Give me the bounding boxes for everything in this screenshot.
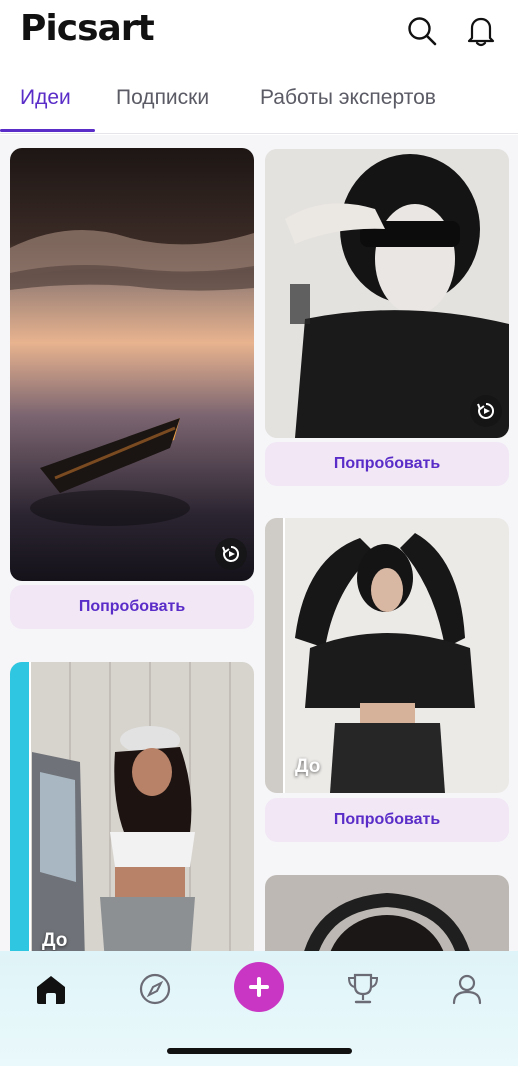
active-tab-indicator	[0, 129, 95, 132]
replay-icon[interactable]	[215, 538, 247, 570]
card-image-white-cap[interactable]: До	[10, 662, 254, 951]
tab-subscriptions[interactable]: Подписки	[116, 86, 209, 110]
tab-expert-works[interactable]: Работы экспертов	[260, 86, 436, 110]
search-icon[interactable]	[406, 14, 438, 48]
trophy-icon[interactable]	[339, 969, 387, 1009]
before-label: До	[295, 756, 321, 777]
feed-tabs: Идеи Подписки Работы экспертов	[0, 78, 518, 134]
card-image-sunglasses[interactable]	[265, 149, 509, 438]
home-icon[interactable]	[27, 969, 75, 1009]
try-button[interactable]: Попробовать	[10, 585, 254, 629]
create-button[interactable]	[234, 962, 284, 1012]
profile-icon[interactable]	[443, 969, 491, 1009]
replay-icon[interactable]	[470, 395, 502, 427]
app-header: Picsart	[0, 0, 518, 70]
home-indicator	[167, 1048, 352, 1054]
compass-icon[interactable]	[131, 969, 179, 1009]
try-button[interactable]: Попробовать	[265, 442, 509, 486]
bell-icon[interactable]	[465, 14, 497, 48]
plus-icon	[249, 977, 269, 997]
bottom-navigation	[0, 951, 518, 1066]
card-image-leather-jacket[interactable]: До	[265, 518, 509, 793]
ideas-feed[interactable]: Попробовать Попробовать До Попробовать Д…	[0, 135, 518, 951]
tab-ideas[interactable]: Идеи	[20, 86, 71, 110]
before-label: До	[42, 930, 68, 951]
picsart-logo[interactable]: Picsart	[20, 8, 155, 49]
card-image-headphones[interactable]	[265, 875, 509, 951]
card-image-boat[interactable]	[10, 148, 254, 581]
try-button[interactable]: Попробовать	[265, 798, 509, 842]
